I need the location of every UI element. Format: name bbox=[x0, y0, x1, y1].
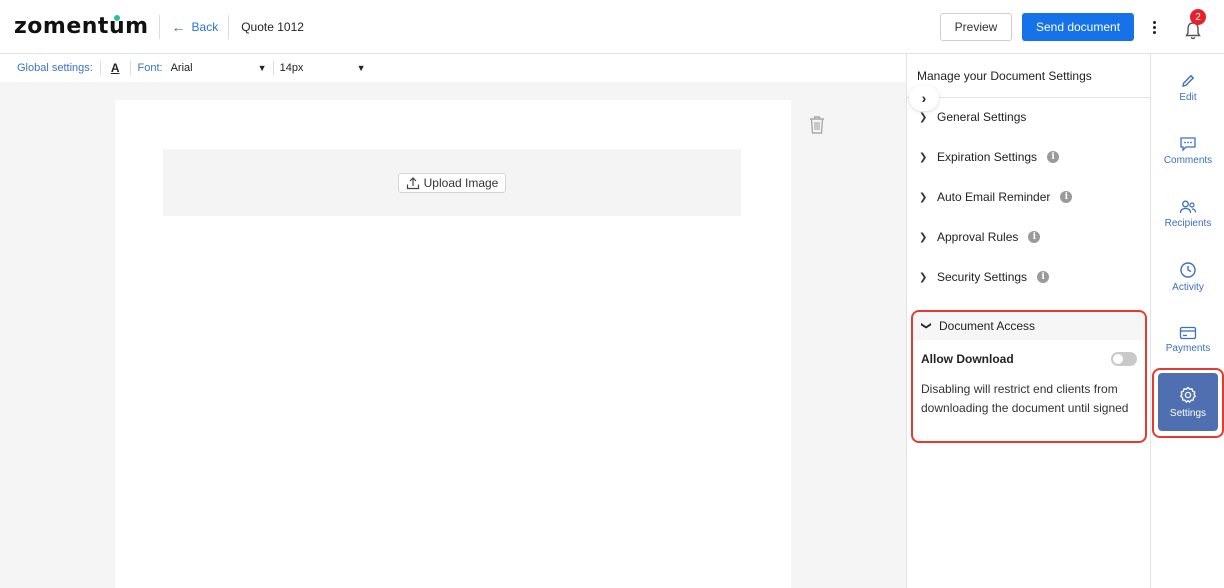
global-settings-bar: Global settings: A Font: Arial ▼ 14px ▼ bbox=[0, 54, 906, 82]
rail-item-payments[interactable]: Payments bbox=[1151, 312, 1224, 368]
top-actions: Preview Send document 2 bbox=[940, 0, 1224, 54]
quote-title: Quote 1012 bbox=[241, 19, 304, 34]
delete-section-button[interactable] bbox=[808, 115, 826, 140]
rail-item-settings[interactable]: Settings bbox=[1158, 373, 1218, 431]
section-expiration-settings[interactable]: ❯ Expiration Settings i bbox=[919, 150, 1060, 164]
back-label: Back bbox=[191, 19, 219, 34]
upload-image-label: Upload Image bbox=[423, 175, 499, 190]
rail-item-recipients[interactable]: Recipients bbox=[1151, 186, 1224, 242]
kebab-menu-icon[interactable] bbox=[1148, 20, 1160, 34]
font-family-select[interactable]: Arial ▼ bbox=[171, 62, 267, 74]
font-size-value: 14px bbox=[279, 62, 304, 74]
chevron-down-icon: ▼ bbox=[257, 63, 267, 73]
chevron-down-icon: ❯ bbox=[920, 321, 932, 330]
chevron-right-icon: ❯ bbox=[919, 231, 928, 243]
document-settings-panel: Manage your Document Settings › ❯ Genera… bbox=[906, 54, 1150, 588]
section-label: Approval Rules bbox=[937, 230, 1019, 244]
rail-item-activity[interactable]: Activity bbox=[1151, 249, 1224, 305]
chevron-right-icon: › bbox=[921, 90, 927, 106]
gear-icon bbox=[1179, 386, 1197, 403]
global-settings-label: Global settings: bbox=[17, 62, 93, 74]
font-label: Font: bbox=[137, 62, 163, 74]
panel-title: Manage your Document Settings bbox=[917, 69, 1092, 83]
section-security-settings[interactable]: ❯ Security Settings i bbox=[919, 270, 1050, 284]
rail-label: Edit bbox=[1179, 92, 1197, 103]
section-label: General Settings bbox=[937, 110, 1027, 124]
divider bbox=[272, 61, 274, 75]
document-access-header[interactable]: ❯ Document Access bbox=[913, 312, 1145, 340]
logo-text: zomentum bbox=[14, 14, 149, 39]
chevron-right-icon: ❯ bbox=[919, 191, 928, 203]
section-general-settings[interactable]: ❯ General Settings bbox=[919, 110, 1026, 124]
document-access-label: Document Access bbox=[939, 319, 1036, 333]
arrow-left-icon: ← bbox=[171, 18, 186, 35]
rail-settings-highlight: Settings bbox=[1152, 368, 1224, 438]
info-icon[interactable]: i bbox=[1047, 151, 1060, 163]
section-label: Expiration Settings bbox=[937, 150, 1038, 164]
divider bbox=[158, 14, 160, 39]
info-icon[interactable]: i bbox=[1028, 231, 1041, 243]
allow-download-description: Disabling will restrict end clients from… bbox=[921, 382, 1129, 415]
collapse-panel-button[interactable]: › bbox=[909, 85, 939, 111]
info-icon[interactable]: i bbox=[1060, 191, 1073, 203]
document-page[interactable]: Upload Image bbox=[115, 100, 791, 588]
comment-icon bbox=[1180, 137, 1196, 152]
rail-item-edit[interactable]: Edit bbox=[1151, 60, 1224, 116]
toggle-knob bbox=[1113, 354, 1123, 364]
top-bar: zomentum ← Back Quote 1012 Preview Send … bbox=[0, 0, 1224, 54]
chevron-right-icon: ❯ bbox=[919, 111, 928, 123]
notifications-button[interactable]: 2 bbox=[1184, 9, 1206, 40]
trash-icon bbox=[810, 116, 824, 134]
section-auto-email-reminder[interactable]: ❯ Auto Email Reminder i bbox=[919, 190, 1073, 204]
allow-download-toggle[interactable] bbox=[1111, 352, 1137, 366]
upload-image-button[interactable]: Upload Image bbox=[397, 172, 507, 193]
rail-label: Settings bbox=[1169, 407, 1207, 419]
users-icon bbox=[1179, 200, 1197, 214]
rail-label: Recipients bbox=[1164, 218, 1212, 229]
rail-label: Comments bbox=[1163, 155, 1213, 166]
allow-download-row: Allow Download bbox=[913, 352, 1145, 366]
image-upload-area[interactable]: Upload Image bbox=[163, 149, 741, 216]
chevron-down-icon: ▼ bbox=[356, 63, 366, 73]
back-button[interactable]: ← Back bbox=[172, 19, 219, 35]
upload-icon bbox=[406, 176, 419, 189]
document-access-section: ❯ Document Access Allow Download Disabli… bbox=[911, 310, 1147, 443]
divider bbox=[228, 14, 230, 39]
divider bbox=[99, 61, 101, 75]
allow-download-label: Allow Download bbox=[921, 352, 1014, 366]
section-approval-rules[interactable]: ❯ Approval Rules i bbox=[919, 230, 1041, 244]
rail-label: Activity bbox=[1172, 282, 1204, 293]
chevron-right-icon: ❯ bbox=[919, 271, 928, 283]
notification-badge: 2 bbox=[1190, 9, 1206, 25]
chevron-right-icon: ❯ bbox=[919, 151, 928, 163]
section-label: Auto Email Reminder bbox=[937, 190, 1051, 204]
font-size-select[interactable]: 14px ▼ bbox=[280, 62, 366, 74]
pencil-icon bbox=[1182, 74, 1195, 87]
section-label: Security Settings bbox=[937, 270, 1028, 284]
rail-item-comments[interactable]: Comments bbox=[1151, 123, 1224, 179]
font-color-icon[interactable]: A bbox=[111, 61, 120, 75]
document-canvas: Upload Image bbox=[0, 82, 906, 588]
divider bbox=[129, 61, 131, 75]
send-document-button[interactable]: Send document bbox=[1022, 13, 1134, 41]
info-icon[interactable]: i bbox=[1037, 271, 1050, 283]
clock-icon bbox=[1180, 262, 1196, 278]
logo-dot bbox=[114, 15, 120, 21]
right-rail: Edit Comments Recipients Activity Paymen… bbox=[1150, 54, 1224, 588]
panel-header: Manage your Document Settings bbox=[907, 54, 1150, 98]
zomentum-logo[interactable]: zomentum bbox=[14, 14, 149, 39]
card-icon bbox=[1179, 326, 1197, 340]
preview-button[interactable]: Preview bbox=[940, 13, 1012, 41]
font-family-value: Arial bbox=[170, 62, 193, 74]
rail-label: Payments bbox=[1165, 343, 1211, 354]
